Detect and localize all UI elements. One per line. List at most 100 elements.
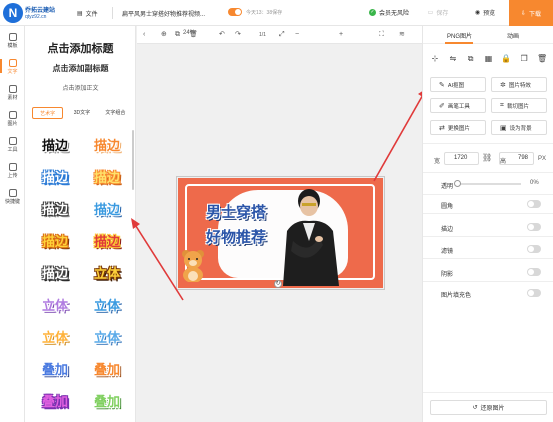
art-text-tile[interactable]: 描边 (85, 162, 129, 190)
art-text-tile[interactable]: 立体 (33, 322, 77, 350)
divider (423, 194, 553, 195)
lock-icon[interactable]: 🔒 (501, 54, 511, 64)
download-button[interactable]: ⇩ 下载 (509, 0, 553, 26)
replace-image-button[interactable]: ⇄ 更换图片 (430, 120, 486, 135)
shadow-label: 阴影 (441, 272, 454, 278)
poster-headline-line2[interactable]: 好物推荐 (206, 226, 266, 247)
layer-order-icon[interactable]: ⧉ (466, 54, 476, 64)
shortcut-icon (8, 189, 17, 197)
art-text-tile[interactable]: 叠加 (85, 386, 129, 414)
divider (423, 172, 553, 173)
shadow-toggle[interactable] (527, 268, 541, 276)
delete-icon[interactable]: 🗑 (537, 54, 547, 64)
panel-scrollbar[interactable] (132, 130, 134, 190)
art-text-tile[interactable]: 描边 (33, 194, 77, 222)
add-subtitle-button[interactable]: 点击添加副标题 (25, 63, 135, 74)
editor-app: N 乔拓云建站 qtyz92.cn ▤ 文件 扁平风男士穿搭好物推荐视频... … (0, 0, 553, 422)
model-photo[interactable] (275, 181, 343, 286)
art-text-tile[interactable]: 立体 (33, 290, 77, 318)
poster-headline-line1[interactable]: 男士穿搭 (206, 201, 266, 222)
tab-animation[interactable]: 动画 (507, 31, 519, 40)
radius-toggle[interactable] (527, 200, 541, 208)
save-label: 保存 (436, 11, 449, 17)
rail-item-upload[interactable]: 上传 (0, 160, 25, 184)
art-text-tile[interactable]: 叠加 (33, 354, 77, 382)
width-input[interactable]: 1720 (444, 152, 479, 165)
copy-icon[interactable]: ❐ (519, 54, 529, 64)
button-label: 画笔工具 (447, 103, 470, 110)
design-canvas[interactable]: 男士穿搭 好物推荐 (178, 178, 383, 288)
save-button[interactable]: ▭ 保存 (418, 0, 458, 25)
link-ratio-icon[interactable]: ⛓ (482, 153, 492, 162)
brand-logo[interactable]: N (3, 3, 23, 23)
filter-toggle[interactable] (527, 245, 541, 253)
rail-item-shortcut[interactable]: 快捷键 (0, 186, 25, 210)
art-text-tile[interactable]: 描边 (85, 226, 129, 254)
art-text-tile[interactable]: 立体 (85, 258, 129, 286)
autosave-toggle[interactable] (228, 8, 242, 16)
art-text-tile[interactable]: 描边 (33, 162, 77, 190)
rail-label: 文字 (7, 69, 18, 75)
add-title-button[interactable]: 点击添加标题 (25, 40, 135, 56)
rail-item-tools[interactable]: 工具 (0, 134, 25, 158)
replace-icon: ⇄ (439, 124, 445, 132)
zoom-value[interactable]: 24% (183, 30, 195, 36)
group-icon[interactable]: ▦ (483, 54, 493, 64)
effect-icon: ✲ (500, 81, 506, 89)
art-text-tile[interactable]: 立体 (85, 322, 129, 350)
tab-png-image[interactable]: PNG图片 (447, 31, 472, 40)
ai-cutout-button[interactable]: ✎ AI抠图 (430, 77, 486, 92)
template-icon (8, 33, 17, 41)
set-background-button[interactable]: ▣ 设为背景 (491, 120, 547, 135)
tab-3d-text[interactable]: 3D文字 (67, 107, 96, 119)
canvas-toolbar: ‹ ⊕ ⧉ 🗑 ↶ ↷ 1/1 ⤢ − + ⛶ ≋ (137, 26, 422, 44)
art-text-tile[interactable]: 描边 (33, 130, 77, 158)
zoom-in-icon[interactable]: + (339, 30, 343, 40)
fit-screen-icon[interactable]: ⤢ (279, 30, 285, 40)
add-body-button[interactable]: 点击添加正文 (25, 83, 135, 92)
redo-icon[interactable]: ↷ (235, 30, 241, 40)
rail-item-image[interactable]: 图片 (0, 108, 25, 132)
preview-button[interactable]: ◉ 预览 (465, 0, 505, 25)
art-text-tile[interactable]: 描边 (33, 226, 77, 254)
check-icon: ✓ (369, 9, 376, 16)
opacity-slider-track[interactable] (457, 183, 521, 185)
layers-icon[interactable]: ≋ (399, 30, 405, 40)
art-text-tile[interactable]: 立体 (85, 290, 129, 318)
fill-color-row: 图片填充色 (441, 288, 541, 299)
art-text-tile[interactable]: 叠加 (85, 354, 129, 382)
bear-sticker[interactable] (179, 248, 207, 282)
tab-art-text[interactable]: 艺术字 (32, 107, 64, 119)
button-label: 图片特效 (508, 82, 531, 89)
rail-item-text[interactable]: 文字 (0, 56, 25, 80)
rotate-handle[interactable]: ↻ (274, 280, 282, 288)
art-text-tile[interactable]: 描边 (33, 258, 77, 286)
copyright-status[interactable]: ✓ 会员无风险 (369, 8, 409, 17)
stroke-toggle[interactable] (527, 223, 541, 231)
document-title[interactable]: 扁平风男士穿搭好物推荐视频... (122, 9, 205, 18)
rail-item-template[interactable]: 模板 (0, 30, 25, 54)
brush-tool-button[interactable]: ✐ 画笔工具 (430, 98, 486, 113)
flip-icon[interactable]: ⇋ (448, 54, 458, 64)
opacity-slider-thumb[interactable] (454, 180, 461, 187)
art-text-tile[interactable]: 描边 (85, 194, 129, 222)
collapse-panel-icon[interactable]: ‹ (143, 30, 145, 40)
tab-text-combo[interactable]: 文字组合 (101, 107, 130, 119)
ai-cutout-icon: ✎ (439, 81, 445, 89)
fill-color-label: 图片填充色 (441, 293, 472, 299)
file-menu-button[interactable]: ▤ 文件 (77, 7, 98, 19)
art-text-tile[interactable]: 描边 (85, 130, 129, 158)
fullscreen-icon[interactable]: ⛶ (379, 30, 384, 40)
add-page-icon[interactable]: ⊕ (161, 30, 167, 40)
zoom-out-icon[interactable]: − (295, 30, 299, 40)
undo-icon[interactable]: ↶ (219, 30, 225, 40)
copy-page-icon[interactable]: ⧉ (175, 30, 180, 40)
image-effect-button[interactable]: ✲ 图片特效 (491, 77, 547, 92)
restore-image-button[interactable]: ↺ 还原图片 (430, 400, 547, 415)
align-icon[interactable]: ⊹ (430, 54, 440, 64)
crop-image-button[interactable]: ⌗ 裁切图片 (491, 98, 547, 113)
height-input[interactable]: 798 (499, 152, 534, 165)
art-text-tile[interactable]: 叠加 (33, 386, 77, 414)
rail-item-material[interactable]: 素材 (0, 82, 25, 106)
fill-color-toggle[interactable] (527, 289, 541, 297)
